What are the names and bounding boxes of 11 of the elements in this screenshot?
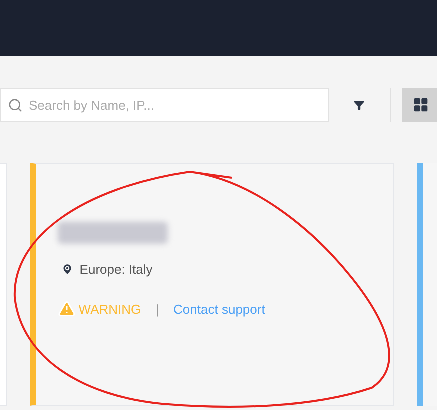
contact-support-link[interactable]: Contact support bbox=[174, 300, 266, 319]
status-text: WARNING bbox=[78, 300, 142, 318]
grid-view-button[interactable] bbox=[402, 88, 437, 122]
warning-icon bbox=[58, 300, 76, 318]
search-icon bbox=[8, 98, 23, 113]
search-field[interactable]: Search by Name, IP... bbox=[0, 88, 329, 122]
separator: | bbox=[156, 300, 160, 319]
filter-icon[interactable] bbox=[354, 98, 365, 112]
location-icon bbox=[60, 263, 74, 276]
location-text: Europe: Italy bbox=[80, 261, 153, 279]
grid-icon bbox=[413, 97, 430, 113]
